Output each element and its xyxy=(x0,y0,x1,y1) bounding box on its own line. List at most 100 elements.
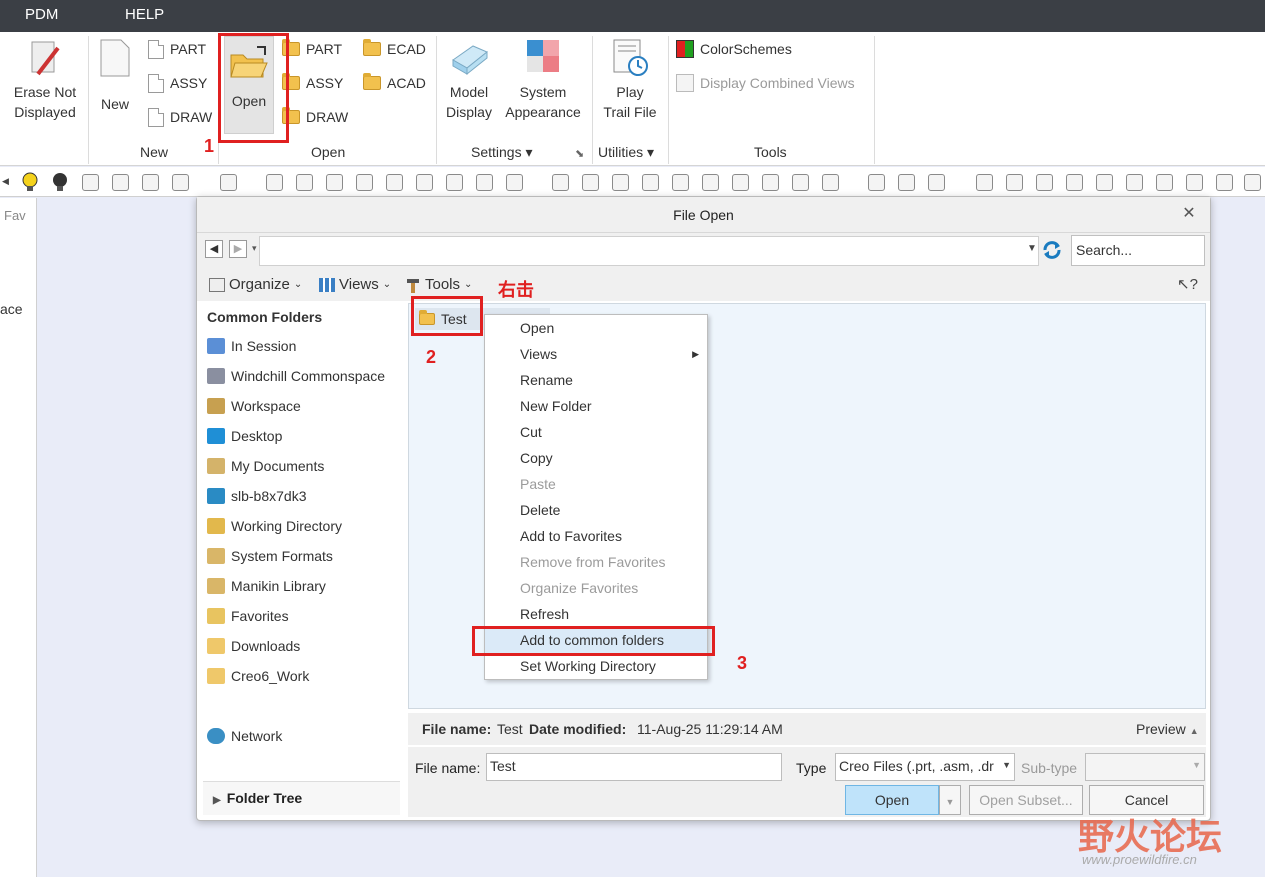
lightbulb-icon[interactable] xyxy=(20,171,40,193)
folder-tree-toggle[interactable]: ▶ Folder Tree xyxy=(203,781,400,815)
preview-toggle[interactable]: Preview ▲ xyxy=(1136,721,1199,737)
toolbar-icon[interactable] xyxy=(142,174,159,191)
toolbar-icon[interactable] xyxy=(928,174,945,191)
ctx-rename[interactable]: Rename xyxy=(485,367,707,393)
ctx-copy[interactable]: Copy xyxy=(485,445,707,471)
open-options-dropdown[interactable]: ▼ xyxy=(939,785,961,815)
folder-my-documents[interactable]: My Documents xyxy=(207,455,324,477)
folder-favorites[interactable]: Favorites xyxy=(207,605,289,627)
organize-menu[interactable]: Organize ⌄ xyxy=(209,276,302,293)
type-select[interactable]: Creo Files (.prt, .asm, .dr ▼ xyxy=(835,753,1015,781)
back-arrow-icon[interactable]: ◀ xyxy=(205,240,223,258)
toolbar-icon[interactable] xyxy=(82,174,99,191)
toolbar-icon[interactable] xyxy=(582,174,599,191)
toolbar-icon[interactable] xyxy=(476,174,493,191)
history-dropdown-icon[interactable]: ▾ xyxy=(252,243,257,254)
toolbar-icon[interactable] xyxy=(112,174,129,191)
ctx-refresh[interactable]: Refresh xyxy=(485,601,707,627)
eye-icon[interactable] xyxy=(220,174,237,191)
play-trail-file-button[interactable]: Play Trail File xyxy=(596,38,664,122)
ctx-organize-favorites[interactable]: Organize Favorites xyxy=(485,575,707,601)
folder-system-formats[interactable]: System Formats xyxy=(207,545,333,567)
open-file-button[interactable]: Open xyxy=(845,785,939,815)
new-assy-button[interactable]: ASSY xyxy=(148,72,207,94)
toolbar-icon[interactable] xyxy=(1036,174,1053,191)
favorites-tab[interactable]: Fav xyxy=(4,208,26,223)
toolbar-icon[interactable] xyxy=(868,174,885,191)
dropdown-arrow-icon[interactable]: ◀ xyxy=(2,176,9,187)
open-acad-button[interactable]: ACAD xyxy=(363,72,426,94)
toolbar-icon[interactable] xyxy=(1126,174,1143,191)
toolbar-icon[interactable] xyxy=(296,174,313,191)
menu-pdm[interactable]: PDM xyxy=(25,6,58,23)
views-menu[interactable]: Views ⌄ xyxy=(319,276,391,293)
open-subset-button[interactable]: Open Subset... xyxy=(969,785,1083,815)
group-utilities-label[interactable]: Utilities ▾ xyxy=(598,144,654,161)
toolbar-icon[interactable] xyxy=(326,174,343,191)
toolbar-icon[interactable] xyxy=(612,174,629,191)
toolbar-icon[interactable] xyxy=(1244,174,1261,191)
search-input[interactable]: Search... xyxy=(1071,235,1205,266)
folder-desktop[interactable]: Desktop xyxy=(207,425,282,447)
toolbar-icon[interactable] xyxy=(702,174,719,191)
toolbar-icon[interactable] xyxy=(822,174,839,191)
toolbar-icon[interactable] xyxy=(446,174,463,191)
file-name-input[interactable]: Test xyxy=(486,753,782,781)
settings-launcher-icon[interactable]: ⬊ xyxy=(575,147,584,160)
folder-creo6-work[interactable]: Creo6_Work xyxy=(207,665,309,687)
open-draw-button[interactable]: DRAW xyxy=(282,106,348,128)
toolbar-icon[interactable] xyxy=(1066,174,1083,191)
erase-not-displayed-button[interactable]: Erase Not Displayed xyxy=(6,38,84,122)
toolbar-icon[interactable] xyxy=(172,174,189,191)
folder-computer[interactable]: slb-b8x7dk3 xyxy=(207,485,307,507)
menu-help[interactable]: HELP xyxy=(125,6,164,23)
toolbar-icon[interactable] xyxy=(552,174,569,191)
subtype-select[interactable]: ▼ xyxy=(1085,753,1205,781)
group-settings-label[interactable]: Settings ▾ xyxy=(471,144,533,161)
colorschemes-button[interactable]: ColorSchemes xyxy=(676,38,792,60)
folder-windchill-commonspace[interactable]: Windchill Commonspace xyxy=(207,365,385,387)
toolbar-icon[interactable] xyxy=(506,174,523,191)
toolbar-icon[interactable] xyxy=(386,174,403,191)
folder-manikin-library[interactable]: Manikin Library xyxy=(207,575,326,597)
toolbar-icon[interactable] xyxy=(976,174,993,191)
ctx-paste[interactable]: Paste xyxy=(485,471,707,497)
ctx-cut[interactable]: Cut xyxy=(485,419,707,445)
ctx-delete[interactable]: Delete xyxy=(485,497,707,523)
ctx-remove-from-favorites[interactable]: Remove from Favorites xyxy=(485,549,707,575)
forward-arrow-icon[interactable]: ▶ xyxy=(229,240,247,258)
close-icon[interactable]: ✕ xyxy=(1180,205,1198,223)
toolbar-icon[interactable] xyxy=(672,174,689,191)
open-ecad-button[interactable]: ECAD xyxy=(363,38,426,60)
folder-downloads[interactable]: Downloads xyxy=(207,635,300,657)
new-part-button[interactable]: PART xyxy=(148,38,206,60)
ctx-open[interactable]: Open xyxy=(485,315,707,341)
toolbar-icon[interactable] xyxy=(1096,174,1113,191)
toolbar-icon[interactable] xyxy=(1216,174,1233,191)
toolbar-icon[interactable] xyxy=(1156,174,1173,191)
open-assy-button[interactable]: ASSY xyxy=(282,72,343,94)
folder-network[interactable]: Network xyxy=(207,725,282,747)
folder-in-session[interactable]: In Session xyxy=(207,335,296,357)
toolbar-icon[interactable] xyxy=(416,174,433,191)
toolbar-icon[interactable] xyxy=(732,174,749,191)
lightbulb-off-icon[interactable] xyxy=(50,171,70,193)
model-display-button[interactable]: Model Display xyxy=(440,38,498,122)
path-dropdown-icon[interactable]: ▼ xyxy=(1027,243,1037,254)
display-combined-views-button[interactable]: Display Combined Views xyxy=(676,72,855,94)
folder-workspace[interactable]: Workspace xyxy=(207,395,301,417)
new-button[interactable]: New xyxy=(96,38,134,114)
tools-menu[interactable]: Tools ⌄ xyxy=(405,276,472,293)
ctx-new-folder[interactable]: New Folder xyxy=(485,393,707,419)
open-part-button[interactable]: PART xyxy=(282,38,342,60)
folder-working-directory[interactable]: Working Directory xyxy=(207,515,342,537)
toolbar-icon[interactable] xyxy=(266,174,283,191)
toolbar-icon[interactable] xyxy=(1186,174,1203,191)
toolbar-icon[interactable] xyxy=(356,174,373,191)
ctx-views[interactable]: Views ▶ xyxy=(485,341,707,367)
toolbar-icon[interactable] xyxy=(792,174,809,191)
path-input[interactable] xyxy=(259,236,1039,266)
toolbar-icon[interactable] xyxy=(642,174,659,191)
help-cursor-icon[interactable]: ↖? xyxy=(1177,275,1198,293)
refresh-icon[interactable] xyxy=(1041,239,1063,261)
